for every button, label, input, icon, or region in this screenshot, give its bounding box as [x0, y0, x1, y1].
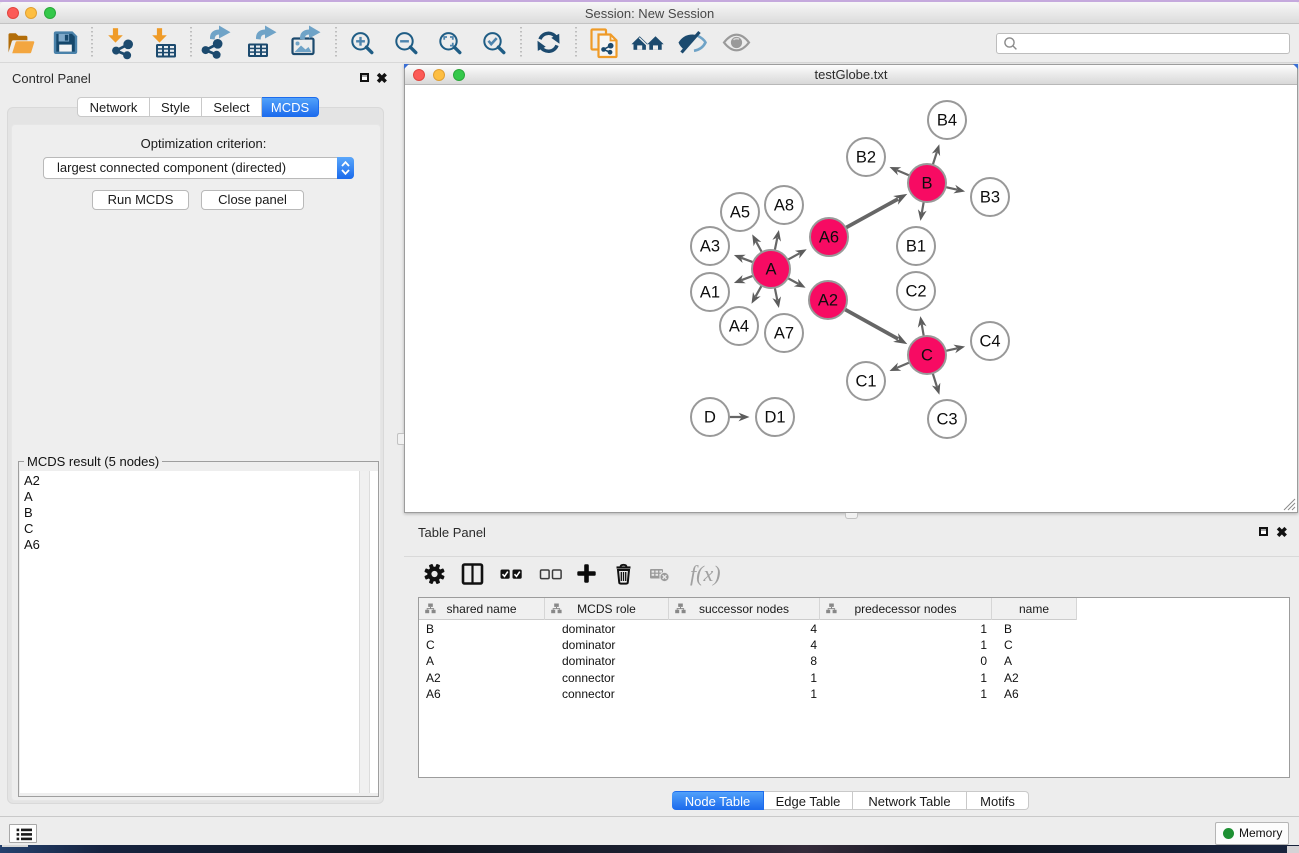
svg-text:A3: A3: [700, 238, 720, 256]
svg-text:B4: B4: [937, 112, 957, 130]
svg-text:A6: A6: [819, 229, 839, 247]
svg-text:f(x): f(x): [690, 561, 721, 586]
svg-text:B3: B3: [980, 189, 1000, 207]
svg-text:A8: A8: [774, 197, 794, 215]
svg-text:D1: D1: [764, 409, 785, 427]
svg-text:A2: A2: [818, 292, 838, 310]
svg-text:C4: C4: [979, 333, 1000, 351]
svg-text:A: A: [765, 261, 776, 279]
svg-text:B: B: [921, 175, 932, 193]
svg-text:B1: B1: [906, 238, 926, 256]
svg-text:C2: C2: [905, 283, 926, 301]
svg-text:C3: C3: [936, 411, 957, 429]
svg-text:A1: A1: [700, 284, 720, 302]
svg-text:A5: A5: [730, 204, 750, 222]
svg-text:C1: C1: [855, 373, 876, 391]
svg-text:A7: A7: [774, 325, 794, 343]
svg-text:D: D: [704, 409, 716, 427]
svg-text:B2: B2: [856, 149, 876, 167]
svg-text:C: C: [921, 347, 933, 365]
svg-text:A4: A4: [729, 318, 749, 336]
